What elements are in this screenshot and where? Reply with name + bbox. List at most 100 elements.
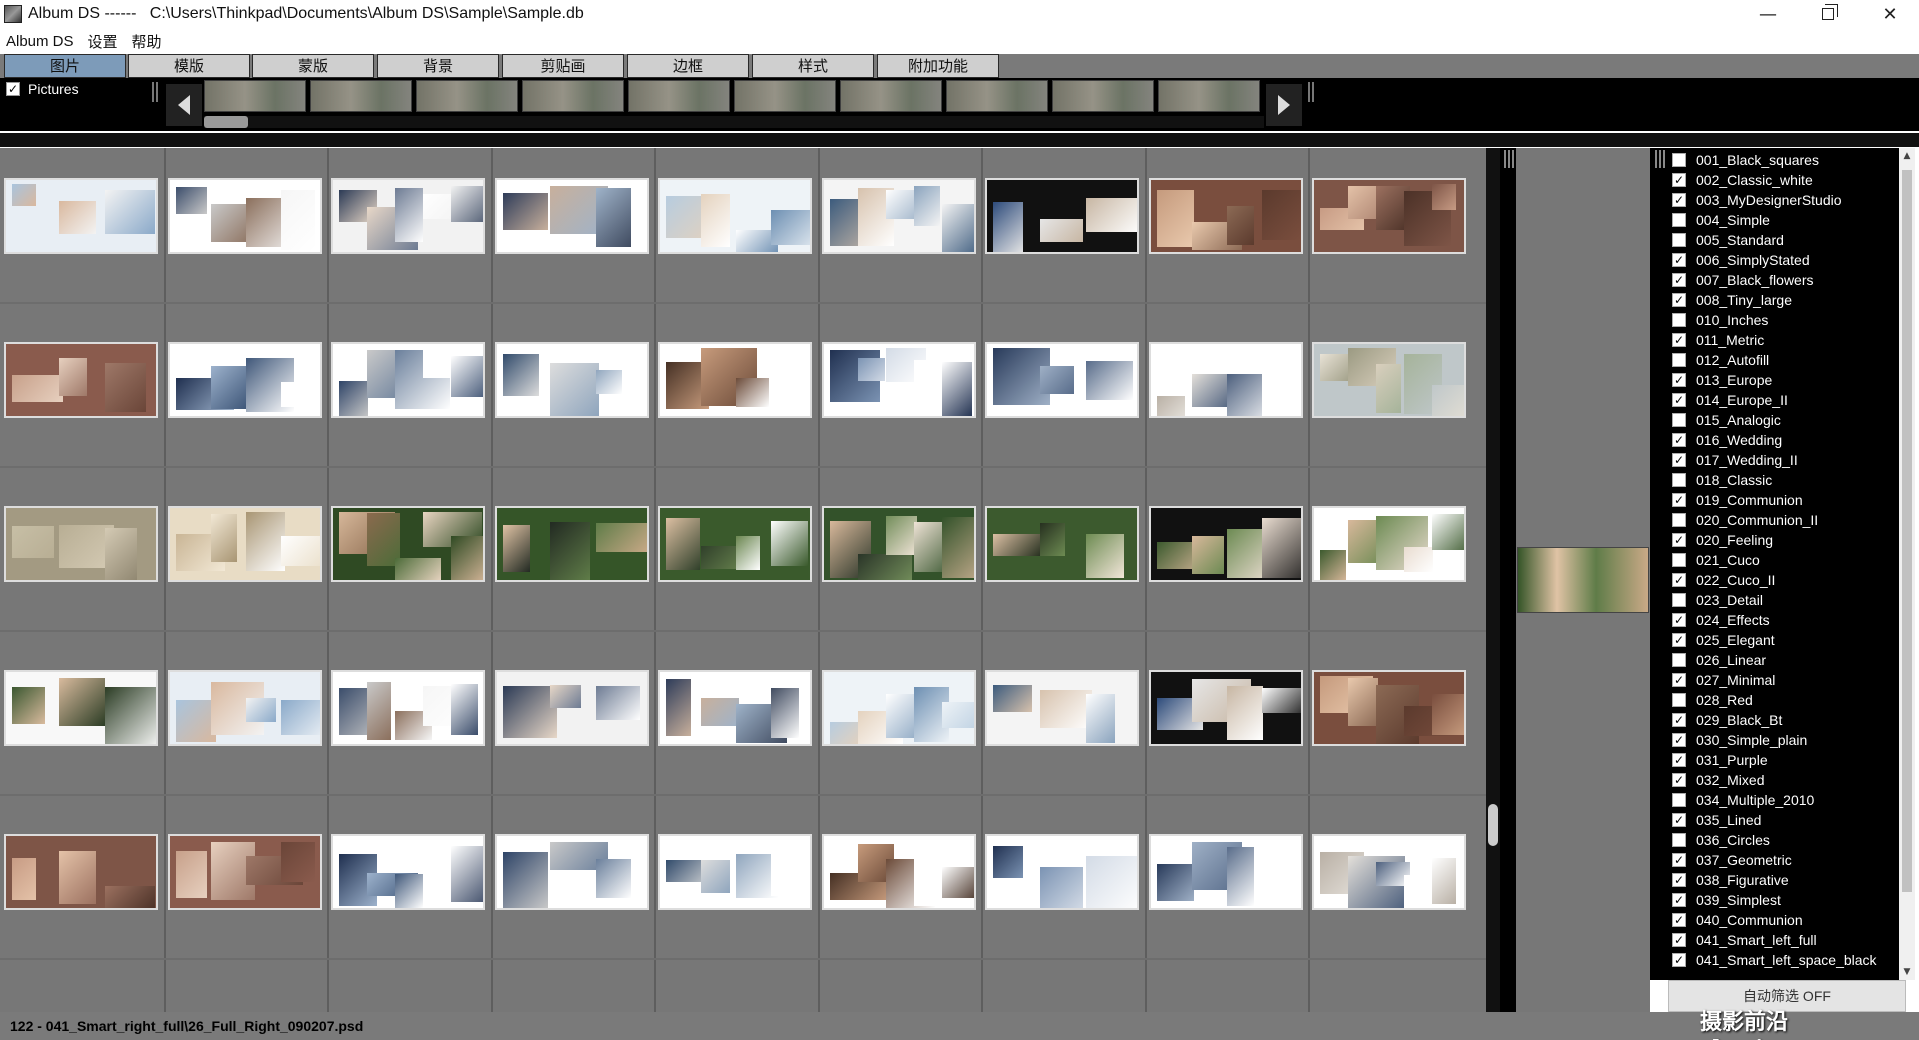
style-list-item[interactable]: 026_Linear [1672, 650, 1766, 670]
tab-cliparts[interactable]: 剪贴画 [502, 54, 624, 78]
style-list-item[interactable]: ✓ 027_Minimal [1672, 670, 1775, 690]
tab-frames[interactable]: 边框 [627, 54, 749, 78]
template-thumbnail[interactable] [985, 178, 1139, 254]
style-list-item[interactable]: 020_Communion_II [1672, 510, 1818, 530]
template-thumbnail[interactable] [331, 670, 485, 746]
style-checkbox[interactable] [1672, 213, 1686, 227]
style-checkbox[interactable]: ✓ [1672, 493, 1686, 507]
style-checkbox[interactable] [1672, 833, 1686, 847]
filmstrip-thumbnail[interactable] [1052, 80, 1154, 112]
style-list-item[interactable]: ✓ 020_Feeling [1672, 530, 1773, 550]
template-thumbnail[interactable] [168, 506, 322, 582]
style-list-item[interactable]: ✓ 024_Effects [1672, 610, 1770, 630]
style-list-item[interactable]: ✓ 007_Black_flowers [1672, 270, 1814, 290]
template-thumbnail[interactable] [495, 342, 649, 418]
style-list-item[interactable]: ✓ 014_Europe_II [1672, 390, 1788, 410]
style-checkbox[interactable] [1672, 513, 1686, 527]
template-thumbnail[interactable] [331, 178, 485, 254]
template-thumbnail[interactable] [1312, 342, 1466, 418]
tab-masks[interactable]: 蒙版 [252, 54, 374, 78]
template-thumbnail[interactable] [658, 834, 812, 910]
style-checkbox[interactable]: ✓ [1672, 253, 1686, 267]
style-checkbox[interactable] [1672, 653, 1686, 667]
template-thumbnail[interactable] [331, 506, 485, 582]
splitter-grip[interactable] [152, 82, 160, 102]
filmstrip-thumbnail[interactable] [628, 80, 730, 112]
style-checkbox[interactable]: ✓ [1672, 733, 1686, 747]
template-thumbnail[interactable] [168, 670, 322, 746]
style-checkbox[interactable]: ✓ [1672, 813, 1686, 827]
grid-scrollbar[interactable] [1486, 148, 1500, 1012]
style-checkbox[interactable]: ✓ [1672, 453, 1686, 467]
tab-pictures[interactable]: 图片 [4, 54, 126, 78]
style-list-scrollbar[interactable]: ▲ ▼ [1899, 148, 1915, 980]
scroll-up-icon[interactable]: ▲ [1899, 148, 1915, 164]
style-checkbox[interactable]: ✓ [1672, 373, 1686, 387]
style-checkbox[interactable]: ✓ [1672, 753, 1686, 767]
template-thumbnail[interactable] [495, 834, 649, 910]
style-list-scroll-thumb[interactable] [1902, 170, 1912, 892]
style-checkbox[interactable]: ✓ [1672, 673, 1686, 687]
template-thumbnail[interactable] [658, 506, 812, 582]
template-thumbnail[interactable] [168, 342, 322, 418]
style-list-item[interactable]: ✓ 008_Tiny_large [1672, 290, 1792, 310]
style-checkbox[interactable] [1672, 233, 1686, 247]
style-list-item[interactable]: ✓ 037_Geometric [1672, 850, 1792, 870]
filmstrip-scroll-thumb[interactable] [204, 116, 248, 128]
template-thumbnail[interactable] [495, 670, 649, 746]
style-list-item[interactable]: ✓ 025_Elegant [1672, 630, 1775, 650]
style-checkbox[interactable] [1672, 153, 1686, 167]
style-checkbox[interactable]: ✓ [1672, 393, 1686, 407]
filmstrip-thumbnail[interactable] [416, 80, 518, 112]
style-list-item[interactable]: 034_Multiple_2010 [1672, 790, 1814, 810]
minimize-button[interactable]: — [1740, 0, 1796, 28]
template-thumbnail[interactable] [4, 506, 158, 582]
splitter-grip[interactable] [1655, 150, 1665, 168]
style-checkbox[interactable]: ✓ [1672, 633, 1686, 647]
style-checkbox[interactable]: ✓ [1672, 333, 1686, 347]
tab-templates[interactable]: 模版 [128, 54, 250, 78]
filmstrip-thumbnail[interactable] [522, 80, 624, 112]
style-list-item[interactable]: ✓ 022_Cuco_II [1672, 570, 1775, 590]
style-checkbox[interactable] [1672, 353, 1686, 367]
template-thumbnail[interactable] [985, 834, 1139, 910]
template-thumbnail[interactable] [985, 342, 1139, 418]
template-thumbnail[interactable] [1312, 506, 1466, 582]
filmstrip-thumbnail[interactable] [946, 80, 1048, 112]
filmstrip-thumbnail[interactable] [734, 80, 836, 112]
style-list-item[interactable]: ✓ 031_Purple [1672, 750, 1768, 770]
style-list-item[interactable]: ✓ 019_Communion [1672, 490, 1803, 510]
menu-album-ds[interactable]: Album DS [6, 33, 74, 50]
style-checkbox[interactable]: ✓ [1672, 853, 1686, 867]
style-checkbox[interactable]: ✓ [1672, 273, 1686, 287]
style-list-item[interactable]: ✓ 013_Europe [1672, 370, 1772, 390]
filmstrip-thumbnail[interactable] [204, 80, 306, 112]
template-thumbnail[interactable] [4, 342, 158, 418]
template-thumbnail[interactable] [658, 670, 812, 746]
tab-styles[interactable]: 样式 [752, 54, 874, 78]
filmstrip-thumbnail[interactable] [1158, 80, 1260, 112]
style-list-item[interactable]: ✓ 040_Communion [1672, 910, 1803, 930]
template-thumbnail[interactable] [658, 178, 812, 254]
style-checkbox[interactable] [1672, 313, 1686, 327]
style-list-item[interactable]: 023_Detail [1672, 590, 1763, 610]
grid-scroll-thumb[interactable] [1488, 804, 1498, 846]
style-checkbox[interactable]: ✓ [1672, 773, 1686, 787]
template-thumbnail[interactable] [495, 178, 649, 254]
template-thumbnail[interactable] [331, 342, 485, 418]
style-list-item[interactable]: 001_Black_squares [1672, 150, 1819, 170]
template-thumbnail[interactable] [822, 506, 976, 582]
style-list-item[interactable]: ✓ 032_Mixed [1672, 770, 1765, 790]
template-thumbnail[interactable] [658, 342, 812, 418]
style-list-item[interactable]: ✓ 035_Lined [1672, 810, 1761, 830]
template-thumbnail[interactable] [331, 834, 485, 910]
style-list-item[interactable]: ✓ 011_Metric [1672, 330, 1764, 350]
template-thumbnail[interactable] [1149, 834, 1303, 910]
style-list-item[interactable]: ✓ 002_Classic_white [1672, 170, 1813, 190]
filmstrip-thumbnail[interactable] [310, 80, 412, 112]
template-thumbnail[interactable] [4, 670, 158, 746]
style-list-item[interactable]: ✓ 006_SimplyStated [1672, 250, 1810, 270]
style-checkbox[interactable] [1672, 593, 1686, 607]
style-list-item[interactable]: 036_Circles [1672, 830, 1770, 850]
style-list-item[interactable]: 012_Autofill [1672, 350, 1769, 370]
